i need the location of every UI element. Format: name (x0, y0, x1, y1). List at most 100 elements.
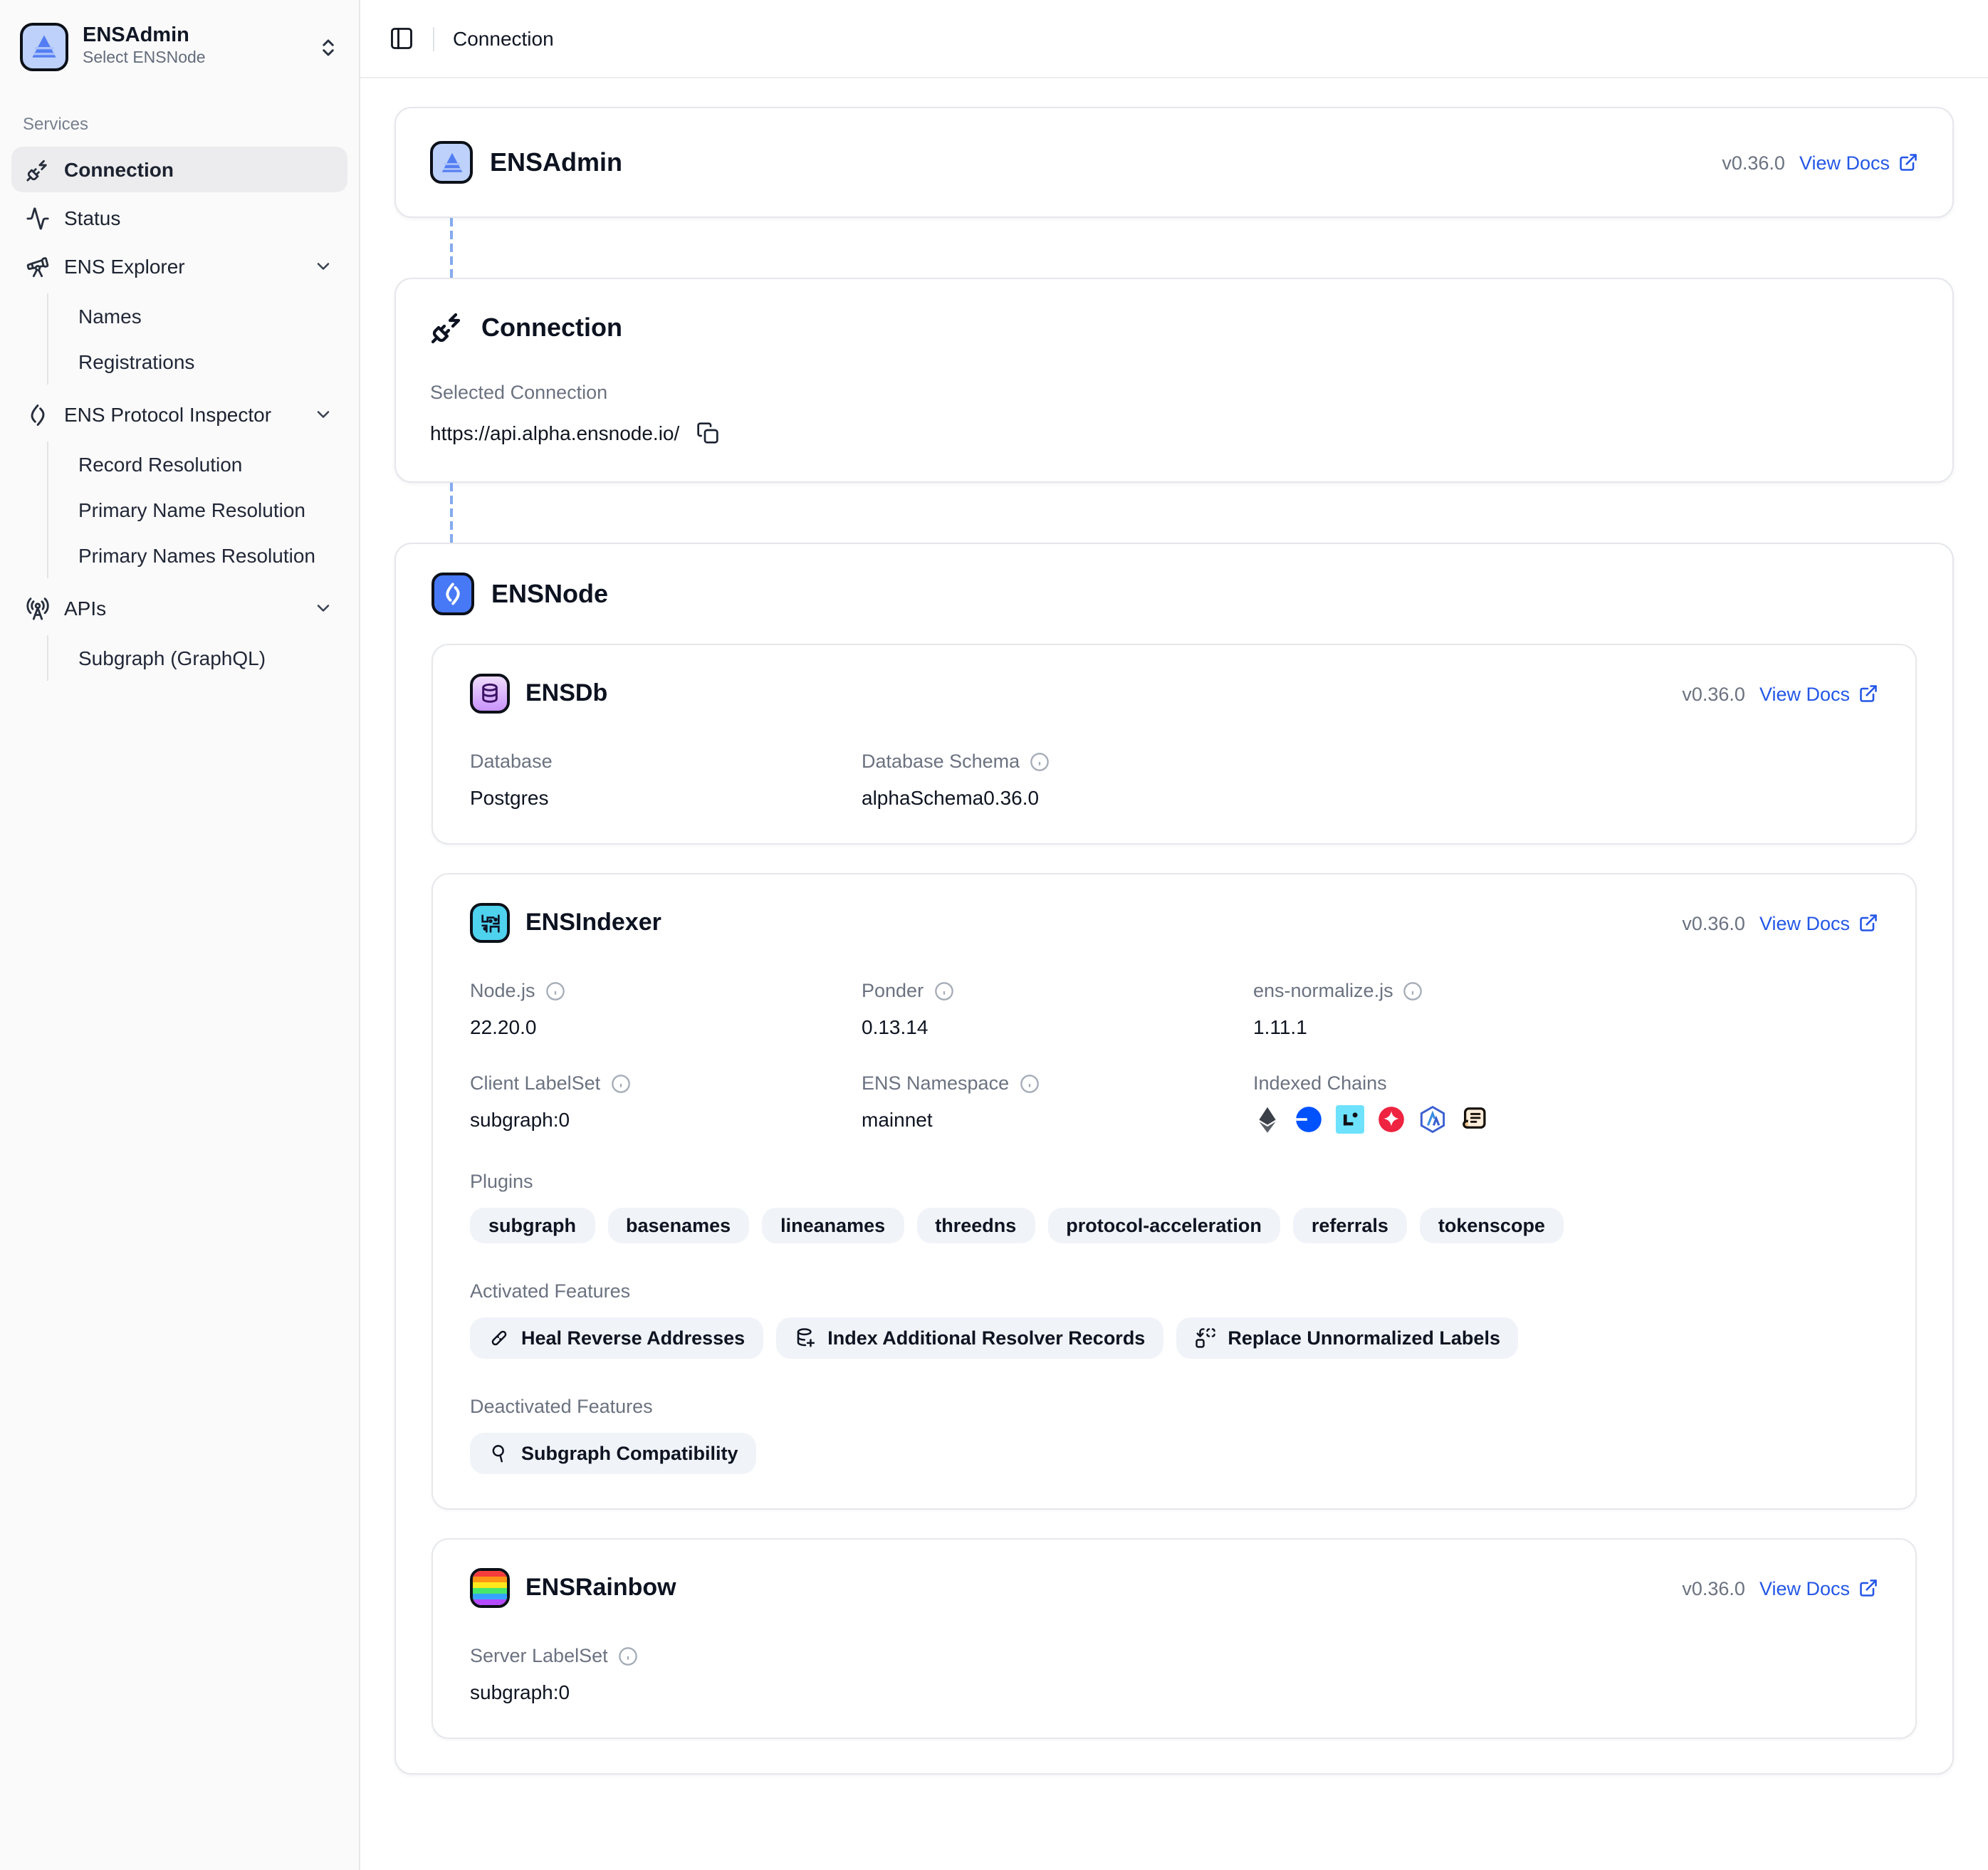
ensadmin-card-logo (430, 141, 473, 184)
view-docs-link[interactable]: View Docs (1799, 152, 1918, 173)
field-value: 1.11.1 (1253, 1015, 1645, 1038)
field-label: Ponder (862, 980, 924, 1001)
field-database-schema: Database Schema alphaSchema0.36.0 (862, 751, 1253, 809)
ensrainbow-title: ENSRainbow (525, 1574, 676, 1602)
plugin-badge: basenames (607, 1208, 749, 1243)
ensadmin-card: ENSAdmin v0.36.0 View Docs (394, 107, 1954, 218)
threedns-icon (1377, 1105, 1406, 1134)
view-docs-label: View Docs (1759, 683, 1850, 704)
info-icon[interactable] (610, 1073, 630, 1093)
ens-mark-icon (440, 581, 466, 607)
connection-card-title: Connection (481, 313, 622, 343)
sidebar-item-connection[interactable]: Connection (11, 147, 347, 192)
feature-label: Replace Unnormalized Labels (1228, 1327, 1500, 1349)
radio-tower-icon (26, 596, 50, 620)
field-ponder: Ponder 0.13.14 (862, 980, 1253, 1038)
view-docs-label: View Docs (1759, 1577, 1850, 1599)
selected-connection-label: Selected Connection (430, 382, 1918, 403)
content: ENSAdmin v0.36.0 View Docs Connection (360, 78, 1988, 1870)
info-icon[interactable] (1030, 751, 1050, 771)
field-label: Client LabelSet (470, 1072, 600, 1094)
sidebar: ENSAdmin Select ENSNode Services Connect… (0, 0, 360, 1870)
sidebar-item-subgraph-graphql[interactable]: Subgraph (GraphQL) (67, 635, 347, 681)
app-title: ENSAdmin (83, 25, 206, 50)
info-icon[interactable] (1403, 981, 1423, 1001)
sidebar-item-ens-explorer[interactable]: ENS Explorer (11, 244, 347, 289)
sidebar-item-names[interactable]: Names (67, 293, 347, 339)
field-value: 0.13.14 (862, 1015, 1253, 1038)
ensadmin-card-title: ENSAdmin (490, 147, 622, 177)
ensdb-title: ENSDb (525, 679, 607, 708)
field-server-labelset: Server LabelSet subgraph:0 (470, 1645, 862, 1703)
chevron-down-icon (313, 404, 333, 424)
deactivated-features-row: Subgraph Compatibility (470, 1433, 1878, 1474)
arbitrum-icon (1418, 1105, 1447, 1134)
chevron-down-icon (313, 256, 333, 276)
version-badge: v0.36.0 (1682, 683, 1745, 704)
field-value: subgraph:0 (470, 1681, 862, 1703)
feature-badge-index-additional-resolver-records: Index Additional Resolver Records (776, 1317, 1163, 1359)
ensadmin-logo (20, 23, 68, 71)
ens-explorer-subgroup: Names Registrations (47, 293, 347, 385)
ensnode-selector[interactable]: ENSAdmin Select ENSNode (11, 11, 347, 83)
field-value: 22.20.0 (470, 1015, 862, 1038)
copy-icon (696, 422, 719, 444)
sidebar-item-label: Connection (64, 158, 174, 181)
view-docs-link[interactable]: View Docs (1759, 683, 1878, 704)
sidebar-item-apis[interactable]: APIs (11, 585, 347, 631)
sidebar-item-registrations[interactable]: Registrations (67, 339, 347, 385)
sidebar-section-services: Services (23, 114, 336, 134)
plug-zap-icon (26, 157, 50, 182)
field-value: alphaSchema0.36.0 (862, 786, 1253, 809)
info-icon[interactable] (618, 1646, 638, 1666)
info-icon[interactable] (1019, 1073, 1039, 1093)
field-nodejs: Node.js 22.20.0 (470, 980, 862, 1038)
copy-button[interactable] (696, 422, 719, 444)
deactivated-features-label: Deactivated Features (470, 1396, 1878, 1417)
ensadmin-app: ENSAdmin Select ENSNode Services Connect… (0, 0, 1988, 1870)
ens-triangle-icon (28, 31, 60, 63)
version-badge: v0.36.0 (1682, 912, 1745, 934)
external-link-icon (1858, 913, 1878, 933)
sidebar-item-label: Registrations (78, 350, 194, 373)
sidebar-item-label: Subgraph (GraphQL) (78, 647, 266, 669)
sidebar-item-record-resolution[interactable]: Record Resolution (67, 442, 347, 487)
info-icon[interactable] (933, 981, 953, 1001)
plugin-badge: protocol-acceleration (1047, 1208, 1280, 1243)
sidebar-item-primary-name-resolution[interactable]: Primary Name Resolution (67, 487, 347, 533)
plugins-label: Plugins (470, 1171, 1878, 1192)
sidebar-item-status[interactable]: Status (11, 195, 347, 241)
telescope-icon (26, 254, 50, 278)
version-badge: v0.36.0 (1682, 1577, 1745, 1599)
field-value: Postgres (470, 786, 862, 809)
view-docs-link[interactable]: View Docs (1759, 1577, 1878, 1599)
ensindexer-title: ENSIndexer (525, 909, 661, 937)
ethereum-icon (1253, 1105, 1282, 1134)
sidebar-item-primary-names-resolution[interactable]: Primary Names Resolution (67, 533, 347, 578)
plugin-badge: lineanames (762, 1208, 904, 1243)
info-icon[interactable] (545, 981, 565, 1001)
connection-url: https://api.alpha.ensnode.io/ (430, 422, 679, 444)
subgraph-compatibility-icon (488, 1443, 510, 1464)
topbar: Connection (360, 0, 1988, 78)
base-icon (1294, 1105, 1323, 1134)
bandage-icon (488, 1327, 510, 1349)
ensrainbow-card: ENSRainbow v0.36.0 View Docs Se (431, 1538, 1917, 1739)
ensindexer-icon (470, 903, 510, 943)
activated-features-row: Heal Reverse Addresses Index Additional … (470, 1317, 1878, 1359)
view-docs-label: View Docs (1799, 152, 1890, 173)
external-link-icon (1858, 1578, 1878, 1598)
field-label: Server LabelSet (470, 1645, 608, 1666)
ens-mark-icon (26, 402, 50, 427)
feature-label: Index Additional Resolver Records (827, 1327, 1145, 1349)
feature-badge-heal-reverse-addresses: Heal Reverse Addresses (470, 1317, 763, 1359)
replace-icon (1195, 1327, 1216, 1349)
apis-subgroup: Subgraph (GraphQL) (47, 635, 347, 681)
chevron-down-icon (313, 598, 333, 618)
sidebar-toggle-button[interactable] (389, 26, 414, 51)
view-docs-link[interactable]: View Docs (1759, 912, 1878, 934)
plugin-badge: subgraph (470, 1208, 595, 1243)
plugin-badge: threedns (916, 1208, 1035, 1243)
sidebar-item-ens-protocol-inspector[interactable]: ENS Protocol Inspector (11, 392, 347, 437)
main-area: Connection ENSAdmin v0.36.0 View (360, 0, 1988, 1870)
